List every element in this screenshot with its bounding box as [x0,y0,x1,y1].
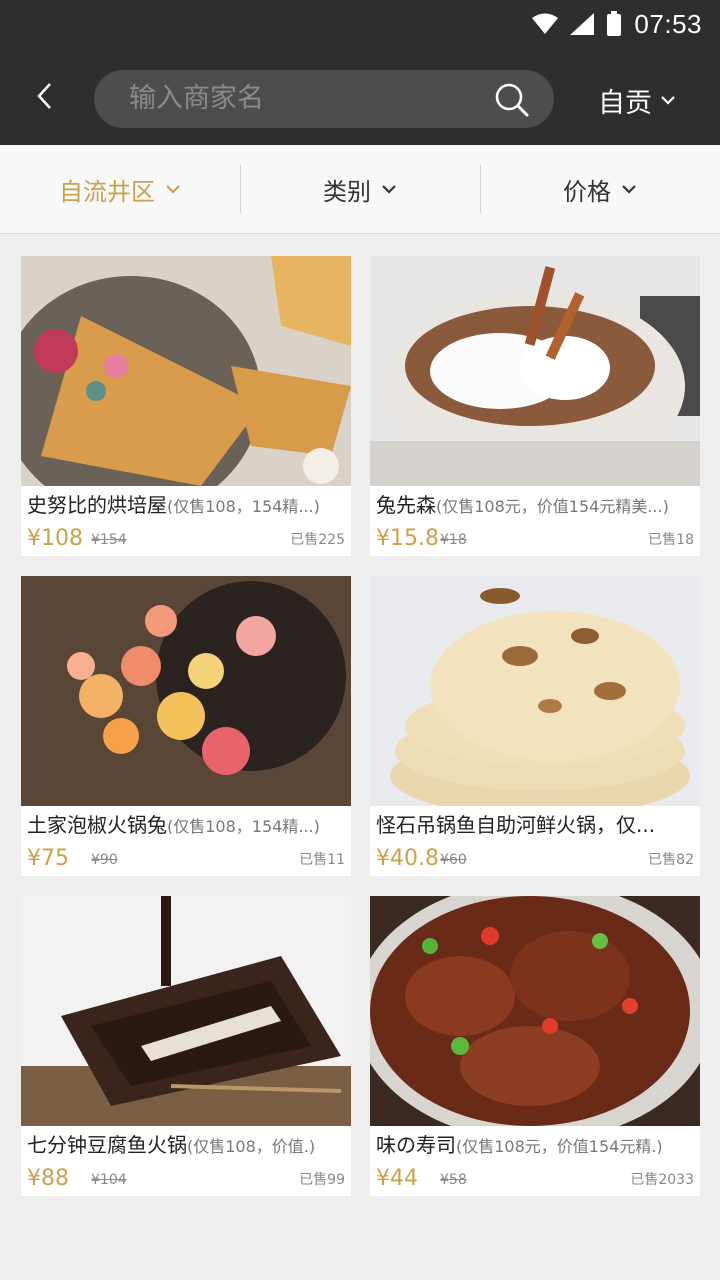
deal-price: ¥15.8 [376,526,439,551]
deal-price: ¥44 [376,1166,418,1191]
deal-card[interactable]: 怪石吊锅鱼自助河鲜火锅，仅... ¥40.8 ¥60 已售82 [370,576,700,876]
deal-card[interactable]: 史努比的烘培屋(仅售108，154精...) ¥108 ¥154 已售225 [21,256,351,556]
deal-image [370,576,700,806]
clock: 07:53 [634,8,702,39]
deal-original-price: ¥104 [91,1172,127,1188]
deal-image [21,576,351,806]
battery-icon [607,11,622,36]
deal-note: (仅售108，154精...) [167,817,320,836]
deal-price: ¥108 [27,526,83,551]
deal-name: 怪石吊锅鱼自助河鲜火锅，仅... [376,813,656,837]
deal-image [370,256,700,486]
deal-price: ¥88 [27,1166,69,1191]
back-button[interactable] [36,76,66,116]
app-header: 07:53 输入商家名 自贡 [0,0,720,145]
deal-sold-count: 已售99 [299,1172,345,1188]
deal-title: 怪石吊锅鱼自助河鲜火锅，仅... [376,810,696,842]
deal-original-price: ¥90 [91,852,118,868]
deal-price: ¥75 [27,846,69,871]
deal-name: 兔先森 [376,493,436,517]
wifi-icon [532,13,559,34]
city-label: 自贡 [598,87,652,119]
deal-price: ¥40.8 [376,846,439,871]
chevron-down-icon [382,185,396,194]
filter-district-label: 自流井区 [59,177,155,206]
deal-card[interactable]: 土家泡椒火锅兔(仅售108，154精...) ¥75 ¥90 已售11 [21,576,351,876]
deal-grid: 史努比的烘培屋(仅售108，154精...) ¥108 ¥154 已售225 兔… [21,256,700,1196]
deal-original-price: ¥58 [440,1172,467,1188]
deal-name: 味の寿司 [376,1133,456,1157]
deal-original-price: ¥60 [440,852,467,868]
deal-name: 土家泡椒火锅兔 [27,813,167,837]
deal-card[interactable]: 兔先森(仅售108元，价值154元精美...) ¥15.8 ¥18 已售18 [370,256,700,556]
deal-note: (仅售108元，价值154元精.) [456,1137,663,1156]
deal-card[interactable]: 七分钟豆腐鱼火锅(仅售108，价值.) ¥88 ¥104 已售99 [21,896,351,1196]
deal-title: 味の寿司(仅售108元，价值154元精.) [376,1130,696,1162]
deal-name: 七分钟豆腐鱼火锅 [27,1133,187,1157]
deal-title: 史努比的烘培屋(仅售108，154精...) [27,490,347,522]
deal-image [370,896,700,1126]
deal-card[interactable]: 味の寿司(仅售108元，价值154元精.) ¥44 ¥58 已售2033 [370,896,700,1196]
deal-image [21,896,351,1126]
filter-price-label: 价格 [563,177,611,206]
deal-sold-count: 已售82 [648,852,694,868]
chevron-down-icon [622,185,636,194]
deal-image [21,256,351,486]
filter-bar: 自流井区 类别 价格 [0,145,720,234]
deal-title: 土家泡椒火锅兔(仅售108，154精...) [27,810,347,842]
deal-title: 兔先森(仅售108元，价值154元精美...) [376,490,696,522]
city-selector[interactable]: 自贡 [598,76,676,124]
signal-icon [570,13,595,35]
deal-note: (仅售108元，价值154元精美...) [436,497,669,516]
deal-sold-count: 已售225 [290,532,345,548]
deal-sold-count: 已售2033 [630,1172,694,1188]
chevron-down-icon [661,96,675,105]
deal-name: 史努比的烘培屋 [27,493,167,517]
search-icon[interactable] [494,82,530,118]
status-bar: 07:53 [532,6,702,42]
filter-price[interactable]: 价格 [480,145,720,233]
deal-title: 七分钟豆腐鱼火锅(仅售108，价值.) [27,1130,347,1162]
deal-sold-count: 已售11 [299,852,345,868]
filter-category-label: 类别 [323,177,371,206]
deal-note: (仅售108，154精...) [167,497,320,516]
search-placeholder: 输入商家名 [129,83,264,114]
filter-district[interactable]: 自流井区 [0,145,240,233]
filter-category[interactable]: 类别 [240,145,480,233]
chevron-down-icon [166,185,180,194]
search-input[interactable]: 输入商家名 [94,70,554,128]
deal-note: (仅售108，价值.) [187,1137,316,1156]
deal-original-price: ¥18 [440,532,467,548]
deal-original-price: ¥154 [91,532,127,548]
chevron-left-icon [37,83,51,109]
deal-sold-count: 已售18 [648,532,694,548]
